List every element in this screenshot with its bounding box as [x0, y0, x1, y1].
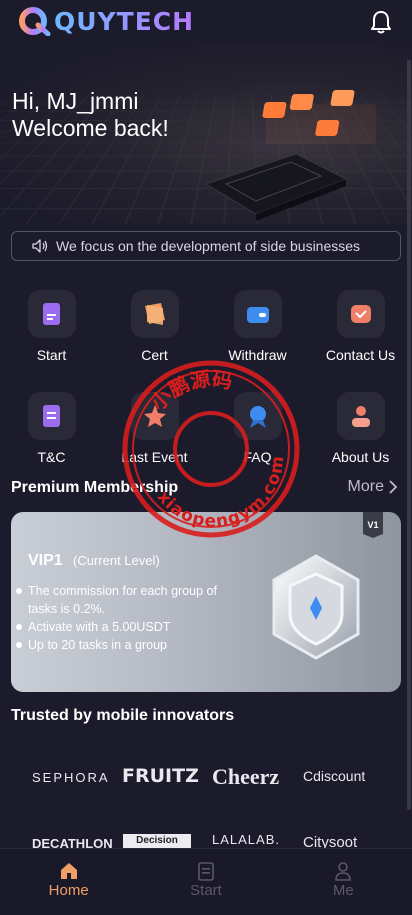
action-label: T&C — [37, 449, 66, 465]
app-header: QUYTECH — [0, 0, 412, 44]
announcement-text: We focus on the development of side busi… — [56, 238, 361, 254]
bell-icon[interactable] — [370, 10, 392, 34]
action-label: About Us — [331, 449, 390, 465]
action-terms[interactable]: T&C — [0, 392, 103, 465]
hero-banner: Hi, MJ_jmmi Welcome back! — [0, 44, 412, 224]
vip-benefit: Activate with a 5.00USDT — [16, 618, 246, 636]
terms-icon — [42, 405, 60, 427]
tab-start[interactable]: Start — [137, 849, 274, 915]
action-cert-tile — [130, 290, 179, 338]
watermark-stamp: 小鹏源码 xiaopengym.com — [122, 358, 302, 540]
action-withdraw-tile — [233, 290, 282, 338]
tab-label: Home — [48, 882, 89, 899]
contact-icon — [350, 305, 371, 323]
action-start[interactable]: Start — [0, 290, 103, 363]
action-contact-tile — [336, 290, 385, 338]
action-label: Start — [36, 347, 67, 363]
hero-illustration — [204, 90, 376, 221]
action-about-tile — [336, 392, 385, 440]
vip-tag-text: V1 — [367, 520, 378, 530]
action-terms-tile — [27, 392, 76, 440]
tab-label: Me — [332, 882, 354, 899]
chevron-right-icon — [389, 480, 398, 494]
about-icon — [351, 406, 370, 427]
action-label: Contact Us — [325, 347, 396, 363]
vip-name: VIP1 — [28, 552, 63, 569]
membership-more-link[interactable]: More — [348, 478, 398, 496]
scrollbar[interactable] — [407, 60, 411, 810]
ribbon-icon: V1 — [363, 512, 383, 538]
wallet-icon — [246, 307, 269, 323]
vip-benefits-list: The commission for each group of tasks i… — [16, 582, 246, 654]
vip-level-tag: V1 — [363, 512, 383, 538]
brand-name: QUYTECH — [54, 6, 195, 36]
document-icon — [42, 303, 60, 325]
logo-icon — [19, 7, 51, 36]
brand-logo-cheerz: Cheerz — [212, 764, 280, 789]
vip-benefit: The commission for each group of tasks i… — [16, 582, 246, 618]
tab-home[interactable]: Home — [0, 849, 137, 915]
action-about-us[interactable]: About Us — [309, 392, 412, 465]
speaker-icon — [32, 239, 48, 253]
action-contact-us[interactable]: Contact Us — [309, 290, 412, 363]
action-withdraw[interactable]: Withdraw — [206, 290, 309, 363]
brand-logo-cdiscount: Cdiscount — [303, 768, 366, 784]
greeting-text: Hi, MJ_jmmi Welcome back! — [12, 88, 169, 142]
brand-logo[interactable]: QUYTECH — [18, 6, 194, 36]
clipboard-icon — [198, 862, 214, 881]
vip-shield-badge-icon — [272, 554, 360, 660]
action-cert[interactable]: Cert — [103, 290, 206, 363]
welcome-text: Welcome back! — [12, 115, 169, 141]
action-start-tile — [27, 290, 76, 338]
tab-label: Start — [190, 882, 222, 899]
certificate-icon — [144, 303, 165, 325]
more-label: More — [347, 478, 384, 495]
vip-current-level: (Current Level) — [73, 553, 160, 568]
greeting-name: Hi, MJ_jmmi — [12, 88, 139, 114]
brand-logo-decision: Decision — [123, 834, 191, 848]
user-icon — [335, 862, 352, 881]
bottom-tab-bar: Home Start Me — [0, 848, 412, 915]
brand-logo-sephora: SEPHORA — [32, 770, 110, 785]
trusted-title: Trusted by mobile innovators — [11, 707, 235, 724]
brand-logo-fruitz: FRUITZ — [122, 765, 199, 787]
home-icon — [60, 863, 77, 879]
announcement-bar[interactable]: We focus on the development of side busi… — [11, 231, 401, 261]
brand-logo-lalalab: LALALAB. — [212, 832, 280, 847]
tab-me[interactable]: Me — [275, 849, 412, 915]
vip-benefit: Up to 20 tasks in a group — [16, 636, 246, 654]
